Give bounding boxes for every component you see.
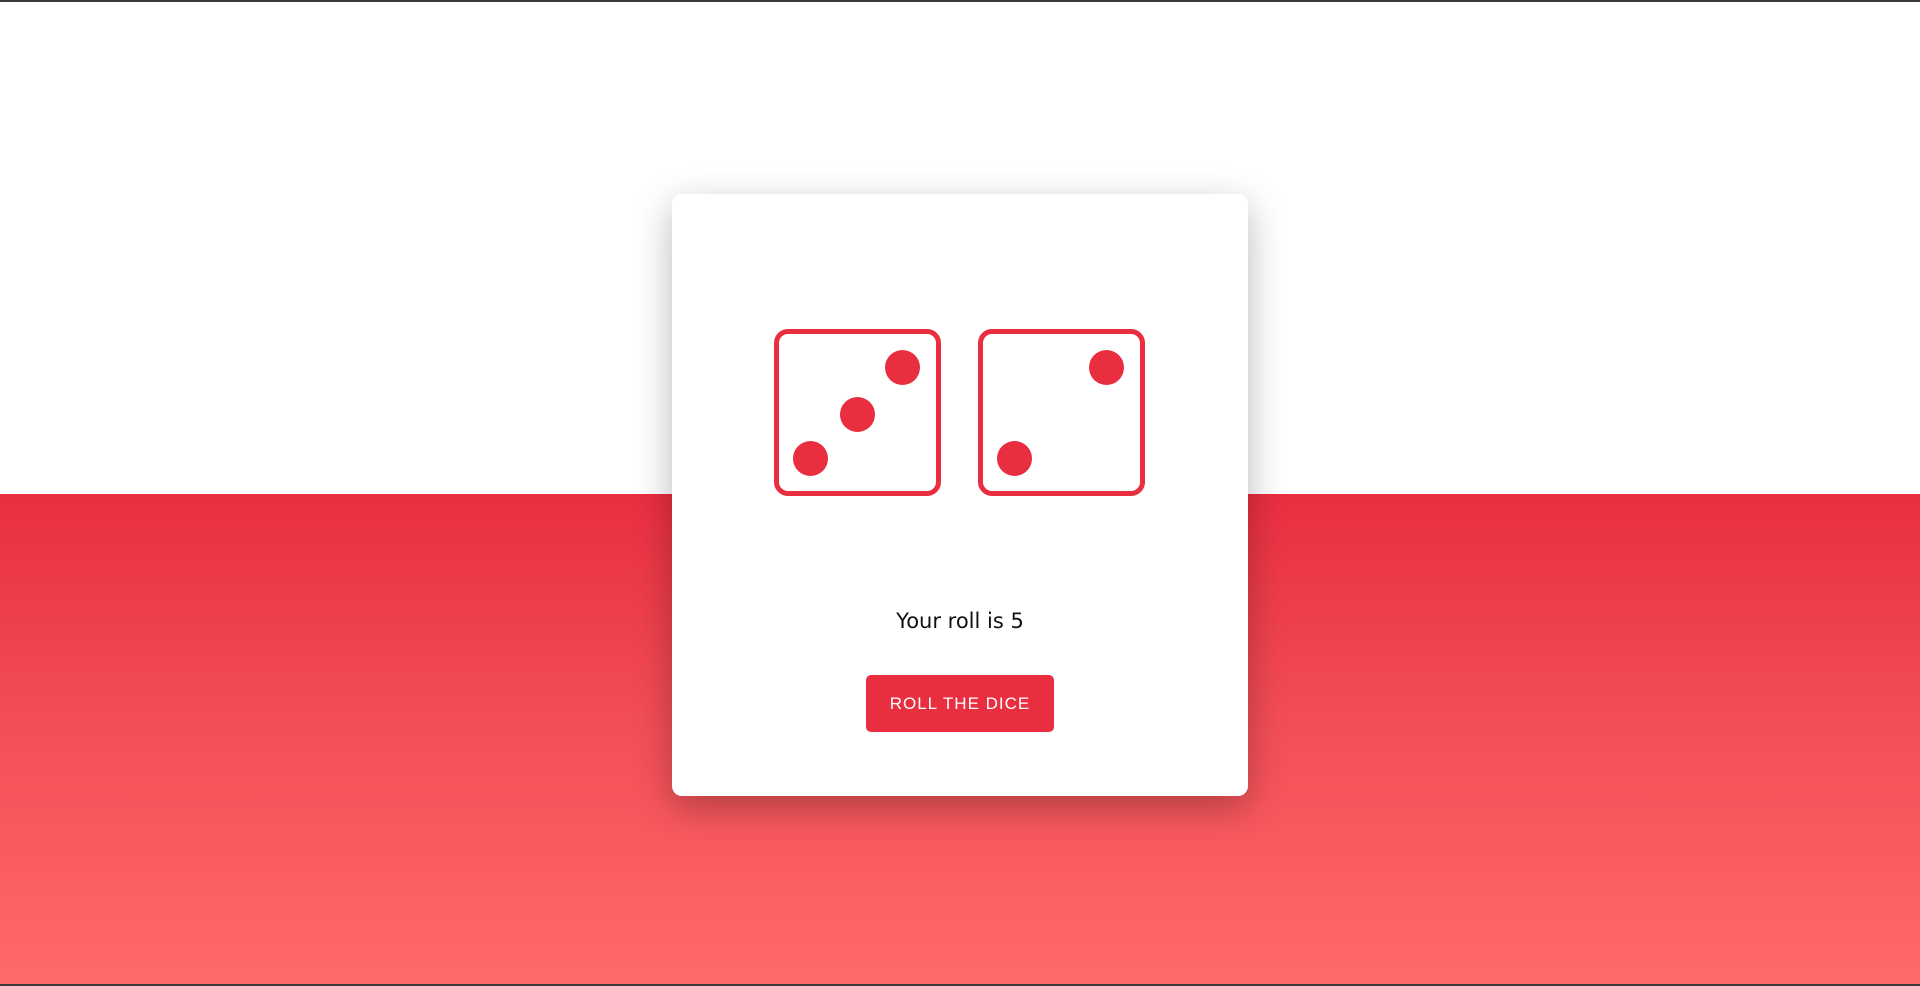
dice-row — [774, 329, 1146, 499]
roll-dice-button[interactable]: ROLL THE DICE — [866, 675, 1054, 732]
die-two-icon — [978, 329, 1145, 496]
page-root: Your roll is 5 ROLL THE DICE — [0, 0, 1920, 986]
die-pip — [1089, 350, 1124, 385]
roll-result-text: Your roll is 5 — [896, 609, 1024, 633]
die-pip — [997, 441, 1032, 476]
die-pip — [885, 350, 920, 385]
die-pip — [840, 397, 875, 432]
die-three-icon — [774, 329, 941, 496]
die-pip — [793, 441, 828, 476]
dice-card: Your roll is 5 ROLL THE DICE — [672, 194, 1248, 796]
